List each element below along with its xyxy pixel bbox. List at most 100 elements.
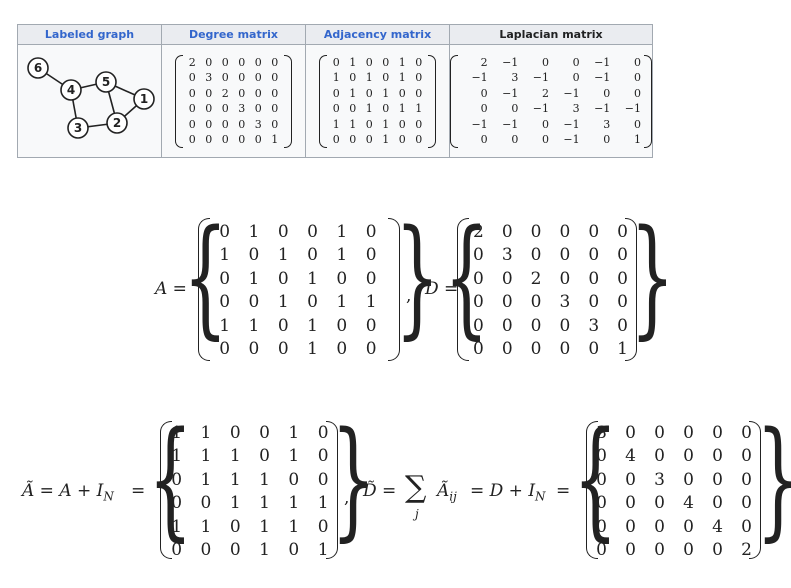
matrix-entry: 1 xyxy=(248,268,260,289)
matrix-entry: 0 xyxy=(382,71,390,85)
labeled-graph-link[interactable]: Labeled graph xyxy=(45,28,134,41)
matrix-entry: 0 xyxy=(365,117,373,131)
matrix-entry: 0 xyxy=(271,102,279,116)
matrix-entry: 0 xyxy=(654,493,665,514)
atilde-label: Ã = A + IN xyxy=(22,481,114,504)
matrix-entry: 1 xyxy=(332,117,340,131)
laplacian-matrix-grid: 2 −1 0 0 −1 0 −1 3 −1 0 −1 0 0 −1 2 −1 0 0 0 0 −1 3 −1 −1 −1… xyxy=(459,55,643,148)
node-label-2: 2 xyxy=(113,116,121,130)
matrix-entry: 1 xyxy=(288,516,300,537)
matrix-entry: 0 xyxy=(288,540,300,561)
matrix-entry: 0 xyxy=(221,102,229,116)
matrix-entry: 0 xyxy=(530,221,542,242)
matrix-entry: 0 xyxy=(634,86,641,100)
matrix-entry: 0 xyxy=(219,221,231,242)
matrix-entry: 0 xyxy=(541,133,549,147)
matrix-entry: 0 xyxy=(248,245,260,266)
matrix-entry: 0 xyxy=(349,71,357,85)
matrix-entry: 4 xyxy=(712,516,723,537)
matrix-entry: 4 xyxy=(683,493,694,514)
matrix-entry: 0 xyxy=(480,102,488,116)
matrix-entry: 0 xyxy=(238,86,246,100)
matrix-entry: 1 xyxy=(634,133,641,147)
matrix-entry: 1 xyxy=(277,245,289,266)
matrix-entry: 0 xyxy=(332,86,340,100)
matrix-entry: 0 xyxy=(625,540,636,561)
matrix-entry: 0 xyxy=(712,422,723,443)
matrix-entry: 1 xyxy=(398,71,406,85)
matrix-entry: 0 xyxy=(221,133,229,147)
matrix-entry: 1 xyxy=(365,102,373,116)
matrix-entry: 0 xyxy=(205,133,213,147)
matrix-entry: 0 xyxy=(654,540,665,561)
matrix-atilde-grid: 110010 111010 011100 001111 110110 00010… xyxy=(162,421,338,562)
matrix-entry: 0 xyxy=(603,133,611,147)
matrix-entry: 1 xyxy=(248,315,260,336)
matrix-entry: 0 xyxy=(596,493,607,514)
matrix-entry: 0 xyxy=(603,86,611,100)
matrix-a: 010010 101010 010100 001011 110100 00010… xyxy=(198,218,400,361)
dtilde-equals: = xyxy=(556,481,571,501)
matrix-entry: 1 xyxy=(415,102,423,116)
matrix-entry: 0 xyxy=(307,221,318,242)
matrix-entry: 0 xyxy=(259,422,270,443)
matrix-entry: 0 xyxy=(398,117,406,131)
matrix-entry: 0 xyxy=(712,469,723,490)
matrix-entry: 3 xyxy=(603,117,611,131)
sum-index: j xyxy=(415,507,419,521)
matrix-entry: 1 xyxy=(307,315,318,336)
matrix-entry: 1 xyxy=(271,133,279,147)
matrix-entry: 3 xyxy=(254,117,262,131)
matrix-entry: 1 xyxy=(200,469,212,490)
matrix-entry: −1 xyxy=(563,133,580,147)
matrix-entry: 0 xyxy=(219,339,231,360)
matrix-entry: 0 xyxy=(307,292,318,313)
matrix-entry: 0 xyxy=(559,268,571,289)
adjacency-matrix-link[interactable]: Adjacency matrix xyxy=(324,28,431,41)
matrix-entry: 0 xyxy=(596,469,607,490)
matrix-entry: 0 xyxy=(188,117,196,131)
matrix-entry: 0 xyxy=(271,71,279,85)
header-adjacency-matrix[interactable]: Adjacency matrix xyxy=(305,24,450,45)
matrix-entry: 0 xyxy=(712,446,723,467)
matrix-entry: 0 xyxy=(188,71,196,85)
degree-matrix-link[interactable]: Degree matrix xyxy=(189,28,278,41)
matrix-entry: −1 xyxy=(594,102,611,116)
header-labeled-graph[interactable]: Labeled graph xyxy=(17,24,162,45)
matrix-entry: 0 xyxy=(238,133,246,147)
matrix-entry: 0 xyxy=(625,493,636,514)
matrix-entry: 1 xyxy=(365,71,373,85)
matrix-entry: 0 xyxy=(171,540,183,561)
matrix-entry: 0 xyxy=(473,339,484,360)
matrix-entry: 0 xyxy=(398,133,406,147)
matrix-entry: 0 xyxy=(683,469,694,490)
header-degree-matrix[interactable]: Degree matrix xyxy=(161,24,306,45)
matrix-entry: 1 xyxy=(259,540,270,561)
matrix-entry: 0 xyxy=(541,55,549,69)
matrix-dtilde-grid: 300000 040000 003000 000400 000040 00000… xyxy=(587,421,761,562)
matrix-entry: 0 xyxy=(501,292,513,313)
dtilde-rest: = D + IN xyxy=(470,481,546,504)
node-label-5: 5 xyxy=(102,75,110,89)
matrix-entry: 0 xyxy=(511,133,519,147)
matrix-a-grid: 010010 101010 010100 001011 110100 00010… xyxy=(210,220,386,361)
matrix-entry: 0 xyxy=(415,71,423,85)
matrix-entry: 1 xyxy=(229,469,241,490)
matrix-entry: 3 xyxy=(559,292,571,313)
matrix-atilde: 110010 111010 011100 001111 110110 00010… xyxy=(160,421,338,562)
matrix-entry: 1 xyxy=(307,339,318,360)
matrix-entry: 0 xyxy=(415,86,423,100)
matrix-entry: 2 xyxy=(480,55,488,69)
matrix-entry: −1 xyxy=(563,117,580,131)
matrix-entry: 0 xyxy=(559,339,571,360)
matrix-entry: 0 xyxy=(473,268,484,289)
matrix-entry: 0 xyxy=(205,102,213,116)
matrix-entry: 0 xyxy=(683,516,694,537)
matrix-entry: 0 xyxy=(588,221,600,242)
matrix-entry: 0 xyxy=(473,245,484,266)
matrix-entry: 1 xyxy=(259,516,270,537)
matrix-entry: 0 xyxy=(683,446,694,467)
matrix-entry: 0 xyxy=(530,339,542,360)
sum-symbol: ∑ xyxy=(405,470,427,505)
matrix-entry: 3 xyxy=(205,71,213,85)
